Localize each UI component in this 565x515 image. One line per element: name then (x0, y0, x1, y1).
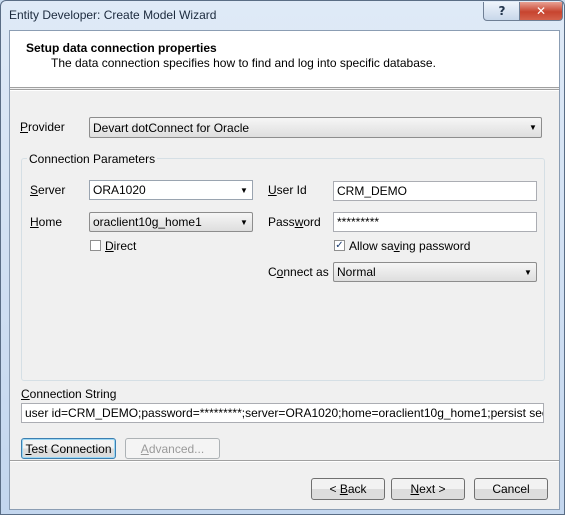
back-label: < Back (329, 482, 367, 496)
allow-saving-password-checkbox[interactable]: ✓ (334, 240, 345, 251)
server-combo[interactable]: ORA1020 ▼ (89, 180, 253, 200)
chevron-down-icon: ▼ (240, 217, 248, 227)
title-bar[interactable]: Entity Developer: Create Model Wizard ? … (1, 1, 564, 29)
test-connection-button[interactable]: Test Connection (21, 438, 116, 459)
connection-parameters-title: Connection Parameters (27, 152, 158, 166)
user-id-label: User Id (268, 183, 307, 197)
chevron-down-icon: ▼ (529, 123, 537, 132)
back-button[interactable]: < Back (311, 478, 385, 500)
connect-as-select[interactable]: Normal ▼ (333, 262, 537, 282)
password-field[interactable]: ********* (333, 212, 537, 232)
checkmark-icon: ✓ (335, 240, 344, 251)
server-label: Server (30, 183, 66, 197)
home-value: oraclient10g_home1 (93, 215, 202, 229)
help-icon: ? (498, 4, 506, 18)
close-icon: ✕ (535, 4, 547, 18)
password-label: Password (268, 215, 321, 229)
advanced-button[interactable]: Advanced... (125, 438, 220, 459)
cancel-label: Cancel (492, 482, 530, 496)
wizard-body: Setup data connection properties The dat… (9, 30, 560, 510)
user-id-field[interactable]: CRM_DEMO (333, 181, 537, 201)
allow-saving-password-label[interactable]: Allow saving password (349, 239, 470, 253)
next-label: Next > (410, 482, 446, 496)
page-title: Setup data connection properties (26, 41, 217, 55)
page-description: The data connection specifies how to fin… (51, 56, 436, 70)
test-connection-label: Test Connection (25, 441, 112, 456)
provider-select[interactable]: Devart dotConnect for Oracle ▼ (89, 117, 542, 138)
wizard-window: Entity Developer: Create Model Wizard ? … (0, 0, 565, 515)
wizard-header: Setup data connection properties The dat… (10, 31, 559, 88)
home-select[interactable]: oraclient10g_home1 ▼ (89, 212, 253, 232)
next-button[interactable]: Next > (391, 478, 465, 500)
chevron-down-icon: ▼ (240, 185, 248, 195)
home-label: Home (30, 215, 63, 229)
connect-as-label: Connect as (268, 265, 329, 279)
connection-string-field[interactable]: user id=CRM_DEMO;password=*********;serv… (21, 403, 544, 423)
direct-label[interactable]: Direct (105, 239, 136, 253)
header-divider (10, 89, 559, 91)
advanced-label: Advanced... (140, 441, 205, 456)
footer-divider (10, 460, 559, 462)
provider-value: Devart dotConnect for Oracle (93, 120, 250, 135)
server-value: ORA1020 (93, 183, 146, 197)
connect-as-value: Normal (337, 265, 376, 279)
help-button[interactable]: ? (483, 2, 521, 21)
provider-label: Provider (20, 120, 65, 134)
connection-string-label: Connection String (21, 387, 117, 401)
chevron-down-icon: ▼ (524, 267, 532, 277)
direct-checkbox[interactable] (90, 240, 101, 251)
close-button[interactable]: ✕ (519, 2, 563, 21)
window-title: Entity Developer: Create Model Wizard (9, 8, 217, 22)
cancel-button[interactable]: Cancel (474, 478, 548, 500)
